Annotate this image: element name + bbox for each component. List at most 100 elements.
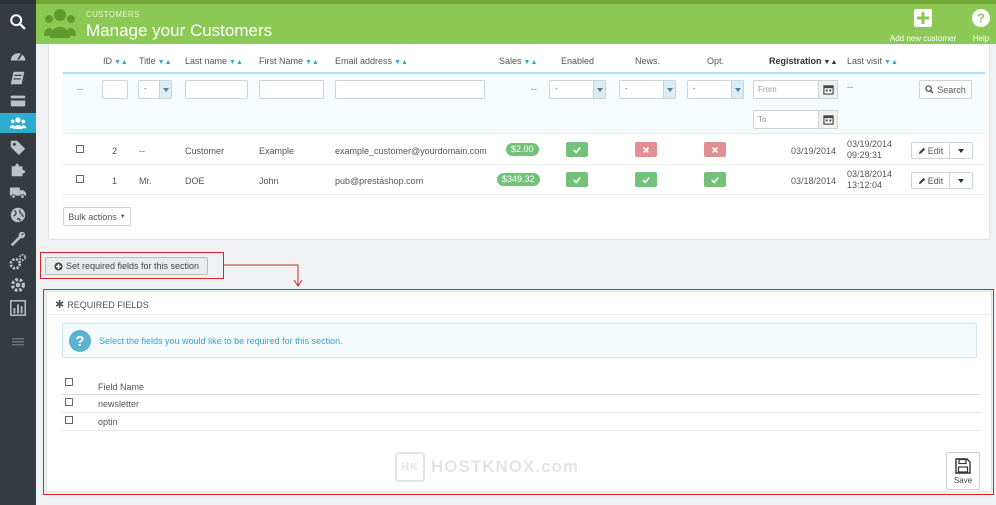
shipping-icon[interactable] (6, 182, 30, 202)
col-last-visit[interactable]: Last visit ▼▲ (847, 56, 898, 66)
sort-arrows-icon[interactable]: ▼▲ (524, 59, 538, 66)
localization-icon[interactable] (6, 205, 30, 225)
required-fields-panel: ✱ Required Fields ? Select the fields yo… (46, 291, 992, 492)
bulk-actions-button[interactable]: Bulk actions ▼ (63, 207, 131, 226)
row-checkbox[interactable] (76, 145, 84, 153)
edit-dropdown-toggle[interactable] (950, 173, 972, 188)
sidebar-collapse-icon[interactable] (12, 338, 24, 346)
modules-icon[interactable] (6, 159, 30, 179)
field-checkbox[interactable] (65, 398, 73, 406)
orders-icon[interactable] (6, 91, 30, 111)
set-required-fields-label: Set required fields for this section (65, 261, 200, 271)
chevron-down-icon (159, 81, 171, 98)
stats-icon[interactable] (6, 298, 30, 318)
cell-last-visit: 03/18/2014 13:12:04 (847, 169, 892, 191)
filter-date-to-input[interactable]: To (753, 110, 819, 129)
required-fields-title-text: Required Fields (67, 299, 149, 310)
check-icon (573, 146, 581, 154)
filter-enabled-value: - (555, 84, 558, 93)
calendar-icon[interactable] (818, 110, 838, 129)
optin-status[interactable] (704, 142, 726, 157)
sort-arrows-icon[interactable]: ▼▲ (305, 59, 319, 66)
edit-dropdown-toggle[interactable] (950, 143, 972, 158)
edit-button-main[interactable]: Edit (912, 173, 950, 188)
newsletter-status[interactable] (635, 172, 657, 187)
edit-button-main[interactable]: Edit (912, 143, 950, 158)
breadcrumb[interactable]: Customers (86, 10, 140, 19)
enabled-status[interactable] (566, 172, 588, 187)
floppy-disk-icon (955, 457, 971, 474)
filter-id-input[interactable] (102, 80, 128, 99)
search-button[interactable]: Search (919, 80, 972, 99)
filter-title-value: - (144, 84, 147, 93)
calendar-icon[interactable] (818, 80, 838, 99)
customers-icon[interactable] (0, 113, 36, 133)
set-required-fields-button[interactable]: Set required fields for this section (45, 257, 208, 275)
sort-arrows-icon[interactable]: ▼▲ (229, 59, 243, 66)
col-last-name[interactable]: Last name ▼▲ (185, 56, 243, 66)
row-checkbox[interactable] (76, 175, 84, 183)
col-last-visit-label: Last visit (847, 56, 883, 66)
cross-icon (712, 146, 718, 153)
field-row[interactable]: optin (62, 413, 981, 431)
newsletter-status[interactable] (635, 142, 657, 157)
page-header: Customers Manage your Customers Add new … (36, 0, 996, 44)
chevron-down-icon (593, 81, 605, 98)
filter-email-input[interactable] (335, 80, 485, 99)
table-row[interactable]: 1 Mr. DOE John pub@prestashop.com $349.3… (63, 165, 985, 195)
col-title[interactable]: Title ▼▲ (139, 56, 172, 66)
sort-arrows-icon[interactable]: ▼▲ (158, 59, 172, 66)
col-registration[interactable]: Registration ▼▲ (769, 56, 837, 66)
select-all-checkbox[interactable] (65, 378, 73, 386)
col-last-name-label: Last name (185, 56, 228, 66)
field-checkbox[interactable] (65, 416, 73, 424)
table-row[interactable]: 2 -- Customer Example example_customer@y… (63, 135, 985, 165)
optin-status[interactable] (704, 172, 726, 187)
col-first-name[interactable]: First Name ▼▲ (259, 56, 319, 66)
edit-button[interactable]: Edit (911, 172, 973, 189)
help-label: Help (972, 34, 990, 43)
search-icon[interactable] (6, 12, 30, 32)
catalog-icon[interactable] (6, 68, 30, 88)
help-button[interactable]: ? Help (970, 8, 992, 43)
filter-enabled-select[interactable]: - (549, 80, 606, 99)
dashboard-icon[interactable] (6, 46, 30, 66)
cell-title: -- (139, 146, 145, 156)
cell-last-name: Customer (185, 146, 225, 156)
filter-dash: -- (77, 84, 83, 94)
filter-opt-select[interactable]: - (687, 80, 744, 99)
save-button[interactable]: Save (946, 452, 980, 490)
col-id[interactable]: ID ▼▲ (103, 56, 128, 66)
filter-date-from-input[interactable]: From (753, 80, 819, 99)
filter-row: -- - -- - - - From To -- Search (63, 74, 985, 134)
asterisk-icon: ✱ (55, 299, 65, 311)
field-row[interactable]: newsletter (62, 395, 981, 413)
field-name: newsletter (98, 399, 140, 409)
enabled-status[interactable] (566, 142, 588, 157)
sort-arrows-icon[interactable]: ▼▲ (114, 59, 128, 66)
filter-opt-value: - (693, 84, 696, 93)
administration-icon[interactable] (6, 275, 30, 295)
col-sales[interactable]: Sales ▼▲ (499, 56, 537, 66)
filter-title-select[interactable]: - (138, 80, 172, 99)
price-rules-icon[interactable] (6, 137, 30, 157)
filter-last-name-input[interactable] (185, 80, 248, 99)
sort-arrows-icon[interactable]: ▼▲ (884, 59, 898, 66)
add-new-customer-button[interactable]: Add new customer (884, 8, 962, 43)
preferences-icon[interactable] (6, 229, 30, 249)
annotation-arrow (224, 264, 303, 287)
edit-button[interactable]: Edit (911, 142, 973, 159)
last-visit-date: 03/18/2014 (847, 169, 893, 179)
filter-first-name-input[interactable] (259, 80, 324, 99)
sort-arrows-icon[interactable]: ▼▲ (394, 59, 408, 66)
caret-down-icon: ▼ (119, 213, 126, 220)
col-opt: Opt. (707, 56, 725, 66)
col-email[interactable]: Email address ▼▲ (335, 56, 408, 66)
edit-label: Edit (927, 175, 944, 186)
filter-news-select[interactable]: - (619, 80, 676, 99)
advanced-parameters-icon[interactable] (6, 252, 30, 272)
col-id-label: ID (103, 56, 112, 66)
col-first-name-label: First Name (259, 56, 304, 66)
sort-arrows-icon[interactable]: ▼▲ (824, 59, 838, 66)
last-visit-time: 13:12:04 (847, 180, 883, 190)
